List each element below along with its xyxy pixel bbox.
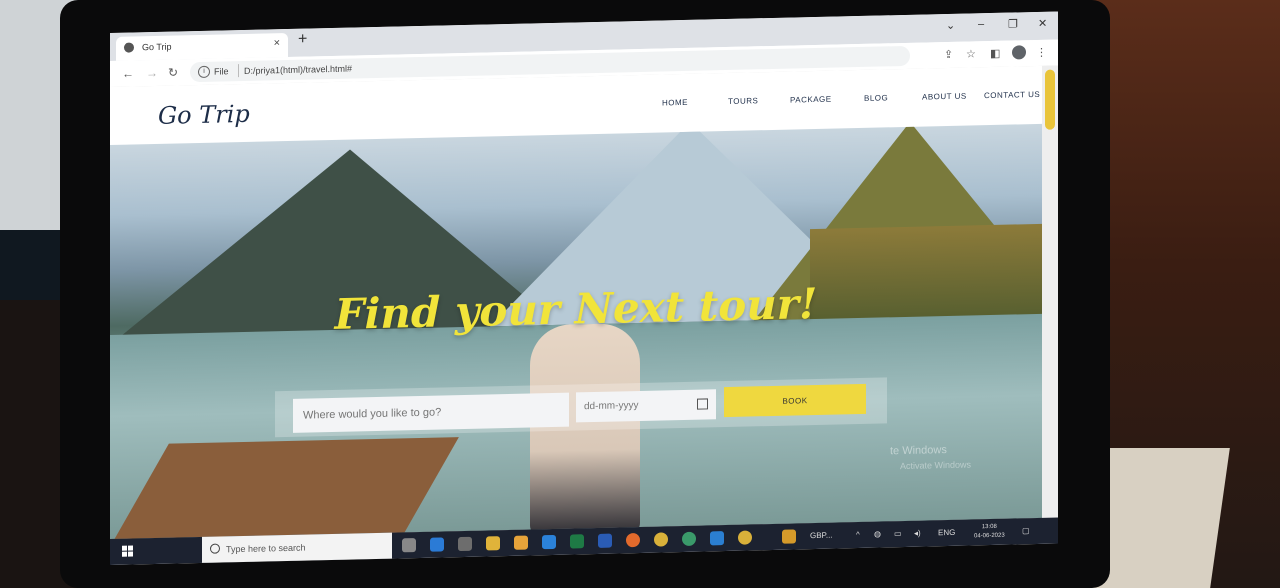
windows-start-icon[interactable] bbox=[122, 545, 134, 557]
reload-icon[interactable]: ↻ bbox=[168, 65, 178, 79]
share-icon[interactable]: ⇪ bbox=[944, 48, 953, 61]
window-close-button[interactable]: ✕ bbox=[1038, 17, 1047, 30]
activation-watermark: te Windows bbox=[890, 444, 947, 458]
volume-icon[interactable]: ◂) bbox=[914, 529, 921, 538]
clock-date: 04-06-2023 bbox=[974, 532, 1005, 540]
scrollbar-track[interactable] bbox=[1042, 65, 1058, 518]
hero-dock bbox=[111, 437, 459, 539]
word-icon[interactable] bbox=[598, 533, 612, 548]
notifications-icon[interactable]: ▢ bbox=[1022, 526, 1030, 535]
store-icon[interactable] bbox=[514, 535, 528, 550]
laptop-screen: Go Trip × + ⌄ – ❐ ✕ ← → ↻ i File D:/priy… bbox=[110, 11, 1058, 565]
nav-about-us[interactable]: ABOUT US bbox=[922, 92, 967, 102]
excel-icon[interactable] bbox=[570, 534, 584, 549]
new-tab-button[interactable]: + bbox=[298, 31, 307, 49]
scrollbar-thumb[interactable] bbox=[1045, 69, 1055, 130]
battery-icon[interactable]: ▭ bbox=[894, 529, 902, 538]
url-text[interactable]: D:/priya1(html)/travel.html# bbox=[244, 64, 352, 76]
date-input[interactable]: dd-mm-yyyy bbox=[576, 389, 716, 423]
tab-title: Go Trip bbox=[142, 41, 172, 53]
activation-watermark-sub: Activate Windows bbox=[900, 459, 972, 472]
chrome-profile-icon[interactable] bbox=[682, 531, 696, 547]
calendar-icon[interactable] bbox=[697, 398, 708, 410]
nav-package[interactable]: PACKAGE bbox=[790, 95, 832, 105]
language-indicator[interactable]: ENG bbox=[938, 528, 955, 537]
tab-search-chevron-icon[interactable]: ⌄ bbox=[946, 19, 955, 32]
app-icon[interactable] bbox=[458, 536, 472, 552]
chrome-icon[interactable] bbox=[654, 532, 668, 547]
bookmark-star-icon[interactable]: ☆ bbox=[966, 47, 976, 60]
info-icon[interactable]: i bbox=[198, 65, 210, 79]
taskbar-search-placeholder: Type here to search bbox=[226, 542, 306, 555]
app-gbp-icon[interactable] bbox=[782, 529, 796, 544]
hero-section: Find your Next tour! dd-mm-yyyy BOOK te … bbox=[110, 123, 1042, 539]
nav-tours[interactable]: TOURS bbox=[728, 96, 758, 106]
destination-input[interactable] bbox=[293, 392, 569, 433]
nav-blog[interactable]: BLOG bbox=[864, 93, 888, 103]
omnibox-separator bbox=[238, 64, 239, 78]
mail-icon[interactable] bbox=[542, 534, 556, 550]
minimize-button[interactable]: – bbox=[978, 18, 984, 30]
globe-icon bbox=[124, 42, 134, 53]
chrome-active-icon[interactable] bbox=[738, 530, 752, 545]
vscode-icon[interactable] bbox=[710, 531, 724, 546]
forward-arrow-icon[interactable]: → bbox=[146, 66, 158, 80]
menu-kebab-icon[interactable]: ⋮ bbox=[1036, 46, 1047, 59]
profile-avatar[interactable] bbox=[1012, 45, 1026, 60]
date-placeholder: dd-mm-yyyy bbox=[584, 400, 639, 413]
search-icon bbox=[210, 543, 220, 554]
site-logo[interactable]: Go Trip bbox=[158, 100, 250, 130]
restore-button[interactable]: ❐ bbox=[1008, 17, 1018, 30]
back-arrow-icon[interactable]: ← bbox=[122, 66, 134, 80]
scheme-label: File bbox=[214, 66, 229, 77]
firefox-icon[interactable] bbox=[626, 532, 640, 548]
task-view-icon[interactable] bbox=[402, 538, 416, 553]
file-explorer-icon[interactable] bbox=[486, 536, 500, 551]
edge-icon[interactable] bbox=[430, 537, 444, 552]
book-button[interactable]: BOOK bbox=[724, 383, 866, 418]
side-panel-icon[interactable]: ◧ bbox=[990, 47, 1000, 60]
taskbar-search[interactable]: Type here to search bbox=[202, 532, 392, 563]
tray-chevron-icon[interactable]: ^ bbox=[856, 530, 860, 539]
nav-home[interactable]: HOME bbox=[662, 98, 688, 108]
nav-contact-us[interactable]: CONTACT US bbox=[984, 90, 1040, 100]
close-tab-icon[interactable]: × bbox=[274, 37, 280, 49]
app-gbp-label[interactable]: GBP... bbox=[810, 531, 833, 541]
network-icon[interactable]: ◍ bbox=[874, 530, 881, 539]
taskbar-clock[interactable]: 13:08 04-06-2023 bbox=[974, 523, 1005, 542]
